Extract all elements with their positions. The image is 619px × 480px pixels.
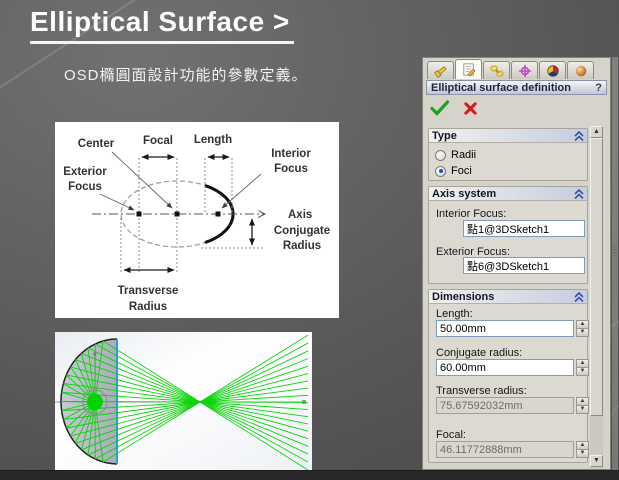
- check-icon: [430, 100, 450, 116]
- focal-label: Focal:: [436, 429, 466, 441]
- group-axis-header[interactable]: Axis system: [429, 187, 587, 201]
- spin-up-icon: ▲: [576, 320, 589, 328]
- spin-up-icon: ▲: [576, 397, 589, 405]
- splitter-grip: [613, 246, 617, 256]
- panel-title: Elliptical surface definition: [431, 82, 571, 94]
- tab-dimxpert[interactable]: [511, 61, 538, 79]
- radio-radii-circle[interactable]: [435, 150, 446, 161]
- label-transverse-1: Transverse: [118, 285, 179, 297]
- group-type: Type Radii Foci: [428, 128, 588, 181]
- wrench-icon: [433, 64, 449, 78]
- collapse-chevron-icon[interactable]: [574, 131, 584, 141]
- interior-focus-label: Interior Focus:: [436, 208, 506, 220]
- slide-title: Elliptical Surface >: [30, 6, 294, 44]
- conjugate-spinner[interactable]: ▲▼: [576, 359, 589, 376]
- parameter-diagram: Center Focal Length Interior Focus Exter…: [55, 122, 339, 318]
- interior-focus-input[interactable]: [463, 220, 585, 237]
- label-center: Center: [78, 138, 115, 150]
- group-dimensions: Dimensions Length: ▲▼ Conjugate radius: …: [428, 289, 588, 463]
- tab-property-manager[interactable]: [455, 59, 482, 79]
- group-dimensions-title: Dimensions: [432, 291, 494, 303]
- group-axis-title: Axis system: [432, 188, 496, 200]
- tab-configurations[interactable]: [483, 61, 510, 79]
- ok-button[interactable]: [429, 100, 451, 117]
- label-length: Length: [194, 134, 232, 146]
- length-spinner[interactable]: ▲▼: [576, 320, 589, 337]
- radio-radii-label: Radii: [451, 149, 476, 161]
- scroll-up-button[interactable]: ▲: [590, 126, 603, 138]
- group-type-title: Type: [432, 130, 457, 142]
- x-icon: [463, 101, 478, 116]
- slide-bottom-bar: [0, 470, 619, 480]
- radio-foci-circle[interactable]: [435, 166, 446, 177]
- tab-appearances[interactable]: [567, 61, 594, 79]
- label-axis: Axis: [288, 209, 312, 221]
- label-conjugate-1: Conjugate: [274, 225, 330, 237]
- conjugate-radius-label: Conjugate radius:: [436, 347, 522, 359]
- radio-radii[interactable]: Radii: [435, 149, 476, 161]
- radio-foci[interactable]: Foci: [435, 165, 472, 177]
- collapse-chevron-icon[interactable]: [574, 189, 584, 199]
- spin-down-icon: ▼: [576, 405, 589, 414]
- ray-trace-image: [55, 332, 312, 470]
- label-interior-1: Interior: [271, 148, 311, 160]
- property-manager-panel: Elliptical surface definition ? Type Rad…: [422, 57, 611, 470]
- focal-input: [436, 441, 574, 458]
- spin-up-icon: ▲: [576, 441, 589, 449]
- panel-title-bar: Elliptical surface definition ?: [426, 80, 607, 95]
- scroll-thumb[interactable]: [590, 138, 603, 416]
- length-input[interactable]: [436, 320, 574, 337]
- help-button[interactable]: ?: [595, 82, 602, 94]
- label-interior-2: Focus: [274, 163, 308, 175]
- group-type-header[interactable]: Type: [429, 129, 587, 143]
- label-exterior-1: Exterior: [63, 166, 107, 178]
- collapse-chevron-icon[interactable]: [574, 292, 584, 302]
- tab-features[interactable]: [427, 61, 454, 79]
- radio-foci-label: Foci: [451, 165, 472, 177]
- label-transverse-2: Radius: [129, 301, 167, 313]
- spin-down-icon: ▼: [576, 449, 589, 458]
- focal-spinner: ▲▼: [576, 441, 589, 458]
- sphere-icon: [573, 64, 589, 78]
- slide-subtitle: OSD橢圓面設計功能的參數定義。: [64, 64, 308, 85]
- color-wheel-icon: [545, 64, 561, 78]
- construction-lines: [121, 158, 263, 274]
- label-focal: Focal: [143, 135, 173, 147]
- label-conjugate-2: Radius: [283, 240, 321, 252]
- transverse-radius-input: [436, 397, 574, 414]
- tab-display-pane[interactable]: [539, 61, 566, 79]
- crosshair-icon: [517, 64, 533, 78]
- panel-splitter[interactable]: [612, 57, 618, 470]
- length-label: Length:: [436, 308, 473, 320]
- transverse-radius-label: Transverse radius:: [436, 385, 527, 397]
- label-exterior-2: Focus: [68, 181, 102, 193]
- conjugate-radius-input[interactable]: [436, 359, 574, 376]
- source-glow: [87, 394, 103, 410]
- panel-scrollbar[interactable]: ▲ ▼: [590, 126, 603, 469]
- cancel-button[interactable]: [459, 100, 481, 117]
- spin-up-icon: ▲: [576, 359, 589, 367]
- group-axis-system: Axis system Interior Focus: Exterior Foc…: [428, 186, 588, 284]
- property-manager-icon: [461, 62, 477, 77]
- exterior-focus-input[interactable]: [463, 257, 585, 274]
- transverse-spinner: ▲▼: [576, 397, 589, 414]
- link-icon: [489, 64, 505, 78]
- group-dimensions-header[interactable]: Dimensions: [429, 290, 587, 304]
- scroll-down-button[interactable]: ▼: [590, 455, 603, 467]
- spin-down-icon: ▼: [576, 367, 589, 376]
- spin-down-icon: ▼: [576, 328, 589, 337]
- panel-tab-bar: [427, 59, 595, 80]
